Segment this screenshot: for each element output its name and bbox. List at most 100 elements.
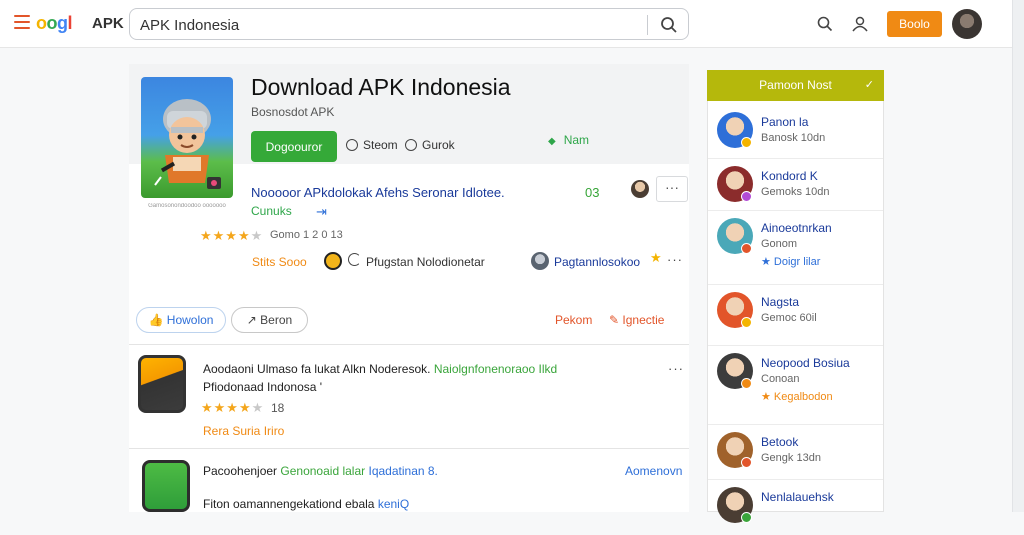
developer-tag[interactable]: Pfugstan Nolodionetar: [366, 255, 485, 269]
list-item-title[interactable]: Aoodaoni Ulmaso fa lukat Alkn Noderesok.…: [203, 362, 557, 376]
like-label: Howolon: [166, 313, 214, 327]
rating-text: Gomo 1 2 0 13: [270, 229, 343, 241]
divider: [129, 344, 689, 345]
status-badge: [741, 378, 752, 389]
version-count: 03: [585, 185, 600, 200]
sidebar-divider: [708, 479, 883, 480]
list-item-tag[interactable]: Rera Suria Iriro: [203, 424, 284, 438]
sidebar-user-item[interactable]: Panon la Banosk 10dn: [717, 112, 883, 160]
sidebar-user-name[interactable]: Ainoeotnrkan: [761, 221, 832, 235]
like-button[interactable]: 👍 Howolon: [136, 307, 226, 333]
sidebar-divider: [708, 158, 883, 159]
sidebar-divider: [708, 284, 883, 285]
sidebar-user-meta: Banosk 10dn: [761, 132, 826, 144]
more-link[interactable]: ◆ Nam: [548, 133, 589, 147]
developer-avatar[interactable]: [531, 252, 549, 270]
list-item-thumbnail[interactable]: [138, 355, 186, 413]
logo-letter: g: [57, 13, 68, 33]
report-link[interactable]: Pekom: [555, 313, 592, 327]
tag-icon: ✎: [609, 313, 623, 327]
sidebar-user-name[interactable]: Kondord K: [761, 169, 818, 183]
user-icon[interactable]: [851, 15, 869, 33]
sidebar-user-item[interactable]: Ainoeotnrkan Gonom ★ Doigr lilar: [717, 218, 883, 268]
app-title: Download APK Indonesia: [251, 74, 511, 100]
sidebar-user-name[interactable]: Nenlalauehsk: [761, 490, 834, 504]
sidebar-user-extra-label: Doigr lilar: [773, 256, 821, 268]
logo-letter: o: [46, 13, 58, 33]
star-icon[interactable]: ★: [650, 250, 662, 266]
share-icon: ↗: [246, 313, 261, 327]
scrollbar[interactable]: [1012, 0, 1024, 512]
list-item-thumbnail[interactable]: [142, 460, 190, 512]
sidebar-user-item[interactable]: Betook Gengk 13dn: [717, 432, 883, 480]
list-item-stars: ★★★★★: [201, 400, 265, 415]
report-toggle[interactable]: Gurok: [405, 138, 455, 152]
list-item-title-highlight: Genonoaid lalar: [280, 464, 366, 478]
star-icon: ★: [761, 391, 774, 403]
developer-name[interactable]: Pagtannlosokoo: [554, 255, 640, 269]
refresh-icon[interactable]: [348, 253, 361, 266]
header-action-button[interactable]: Boolo: [887, 11, 942, 37]
list-item-title[interactable]: Pacoohenjoer Genonoaid lalar Iqadatinan …: [203, 464, 438, 478]
list-item-subtitle-link[interactable]: keniQ: [378, 497, 409, 511]
status-badge: [741, 137, 752, 148]
hamburger-menu-icon[interactable]: [14, 15, 30, 29]
leaf-icon: ◆: [548, 136, 556, 147]
report-toggle-label: Gurok: [422, 138, 455, 152]
author-avatar[interactable]: [631, 180, 649, 198]
rating-stars: ★★★★★: [200, 228, 264, 243]
bookmark-toggle[interactable]: Steom: [346, 138, 398, 152]
sidebar-user-name[interactable]: Betook: [761, 435, 798, 449]
list-item-action-link[interactable]: Aomenovn: [625, 464, 682, 478]
app-description[interactable]: Nooooor APkdolokak Afehs Seronar Idlotee…: [251, 185, 505, 200]
top-bar: oogl APK Boolo: [0, 0, 1024, 48]
sidebar-user-name[interactable]: Neopood Bosiua: [761, 356, 850, 370]
category-link[interactable]: Cunuks: [251, 204, 292, 218]
search-icon[interactable]: [816, 15, 834, 33]
sidebar-user-item[interactable]: Nagsta Gemoc 60il: [717, 292, 883, 340]
divider: [129, 448, 689, 449]
arrow-right-icon[interactable]: ⇥: [316, 204, 327, 220]
more-dots-icon[interactable]: ···: [667, 252, 683, 267]
list-item-title-text: Pacoohenjoer: [203, 464, 278, 478]
search-icon[interactable]: [660, 16, 678, 34]
sidebar-user-item[interactable]: Neopood Bosiua Conoan ★ Kegalbodon: [717, 353, 883, 403]
chevron-down-icon: ✓: [864, 79, 874, 91]
tag-orange[interactable]: Stits Sooo: [252, 255, 307, 269]
share-button[interactable]: ↗ Beron: [231, 307, 308, 333]
more-link-label: Nam: [563, 133, 590, 147]
sidebar-user-name[interactable]: Panon la: [761, 115, 808, 129]
sidebar-user-item[interactable]: Nenlalauehsk: [717, 487, 883, 535]
circle-icon: [346, 139, 358, 151]
search-divider: [647, 15, 648, 35]
sidebar-user-meta: Gonom: [761, 238, 798, 250]
circle-icon: [405, 139, 417, 151]
user-avatar[interactable]: [952, 9, 982, 39]
sidebar-user-extra[interactable]: ★ Kegalbodon: [761, 390, 833, 403]
list-item-title-link: Iqadatinan 8.: [368, 464, 438, 478]
list-item-review-count: 18: [271, 401, 285, 415]
tag-link[interactable]: ✎ Ignectie: [609, 313, 664, 327]
star-icon: ★: [761, 256, 774, 268]
status-badge: [741, 512, 752, 523]
download-button[interactable]: Dogoouror: [251, 131, 337, 162]
list-item-subtitle: Fiton oamannengekationd ebala keniQ: [203, 497, 409, 511]
sidebar-header[interactable]: Pamoon Nost ✓: [707, 70, 884, 101]
thumbs-up-icon: 👍: [148, 313, 167, 327]
app-subtitle: Bosnosdot APK: [251, 105, 335, 119]
search-input[interactable]: [140, 15, 640, 35]
sidebar-user-extra[interactable]: ★ Doigr lilar: [761, 255, 820, 268]
list-item-title-highlight: Naiolgnfonenoraoo Ilkd: [433, 362, 558, 376]
app-icon-caption: Gamosonondoodoo ooooooo: [148, 203, 226, 209]
share-label: Beron: [260, 313, 293, 327]
sidebar-user-meta: Gemoks 10dn: [761, 186, 830, 198]
sidebar-user-item[interactable]: Kondord K Gemoks 10dn: [717, 166, 883, 214]
app-icon-image: [141, 77, 233, 198]
sidebar-user-name[interactable]: Nagsta: [761, 295, 799, 309]
logo[interactable]: oogl: [36, 13, 72, 34]
logo-apk-text: APK: [92, 15, 124, 32]
list-item-more-button[interactable]: ···: [668, 361, 684, 376]
more-options-button[interactable]: ···: [656, 176, 688, 202]
sidebar-user-extra-label: Kegalbodon: [773, 391, 833, 403]
sidebar-divider: [708, 210, 883, 211]
